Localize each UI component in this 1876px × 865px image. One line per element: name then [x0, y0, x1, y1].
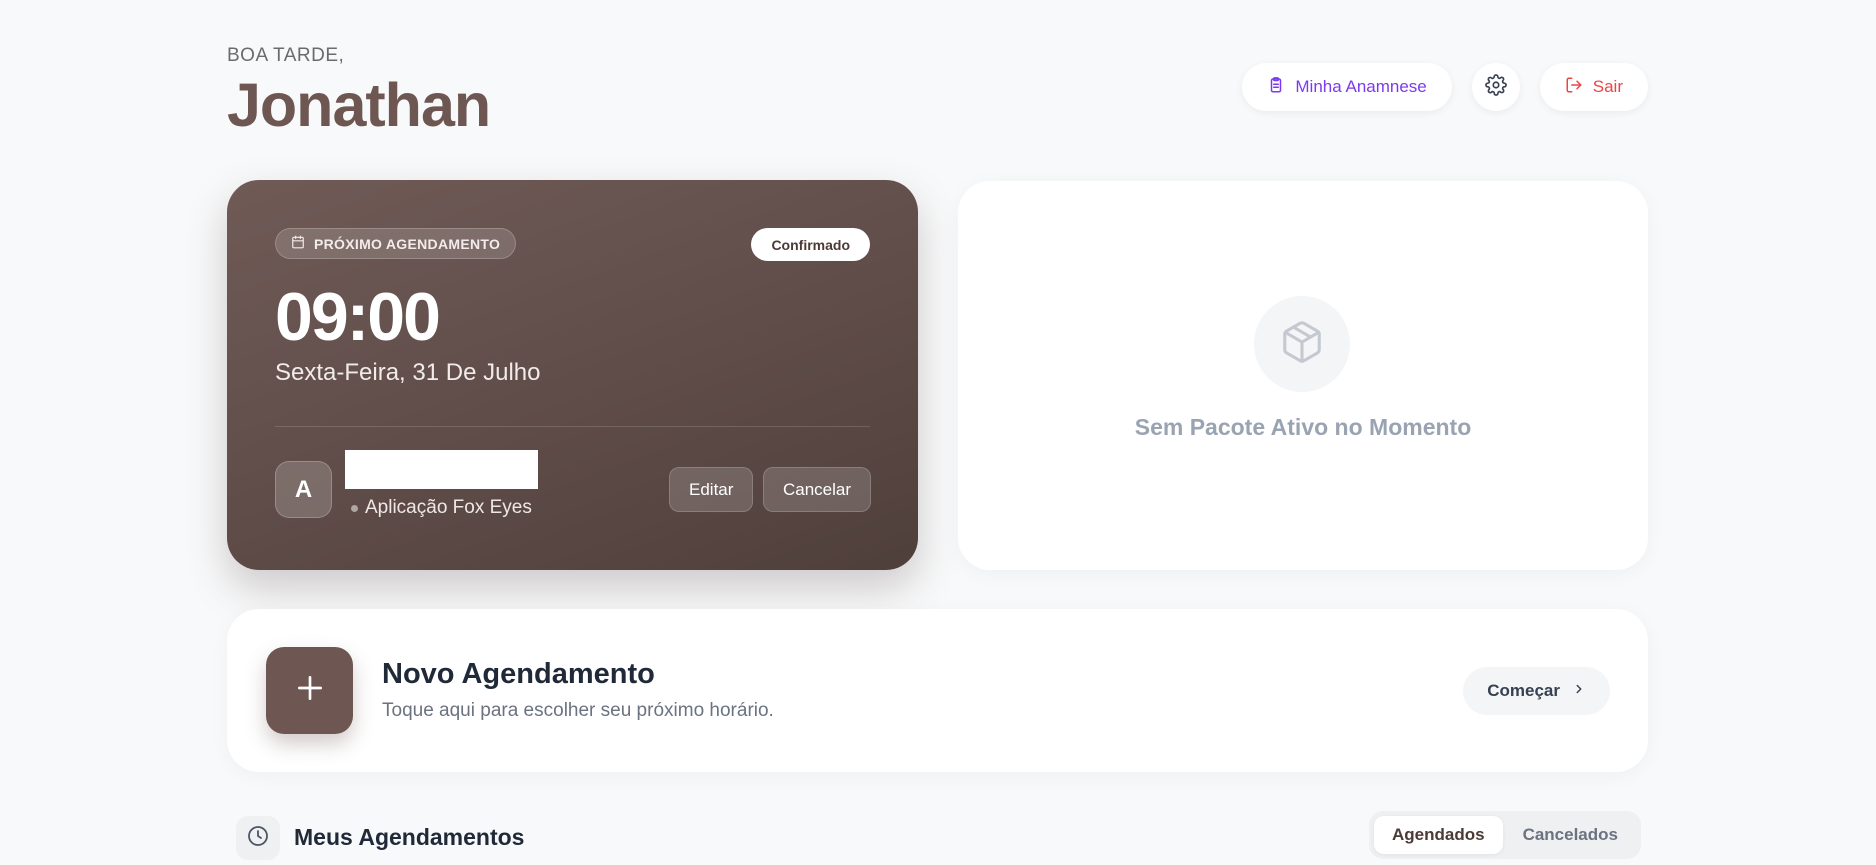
tab-cancelled[interactable]: Cancelados	[1505, 816, 1636, 854]
header-actions: Minha Anamnese Sair	[1242, 63, 1648, 111]
clock-icon-wrapper	[236, 816, 280, 860]
package-card: Sem Pacote Ativo no Momento	[958, 181, 1648, 570]
new-appointment-title: Novo Agendamento	[382, 658, 655, 690]
service-label: Aplicação Fox Eyes	[365, 497, 532, 518]
professional-name: Amanda Antunes	[345, 450, 538, 489]
user-name: Jonathan	[227, 71, 491, 139]
package-icon	[1279, 319, 1325, 370]
anamnese-button[interactable]: Minha Anamnese	[1242, 63, 1452, 111]
no-package-text: Sem Pacote Ativo no Momento	[1134, 414, 1472, 440]
status-badge: Confirmado	[751, 228, 870, 261]
tab-scheduled[interactable]: Agendados	[1374, 816, 1503, 854]
plus-icon	[294, 672, 326, 709]
greeting-label: BOA TARDE,	[227, 45, 345, 66]
settings-button[interactable]	[1471, 63, 1520, 111]
edit-button[interactable]: Editar	[669, 467, 754, 512]
next-appointment-badge: PRÓXIMO AGENDAMENTO	[275, 228, 517, 259]
clock-icon	[246, 824, 270, 853]
chevron-right-icon	[1572, 681, 1586, 701]
next-appointment-card: PRÓXIMO AGENDAMENTO Confirmado 09:00 Sex…	[227, 180, 918, 570]
new-appointment-subtitle: Toque aqui para escolher seu próximo hor…	[382, 700, 774, 721]
logout-button[interactable]: Sair	[1539, 63, 1648, 111]
clipboard-icon	[1267, 76, 1285, 99]
avatar: A	[275, 461, 332, 518]
cancel-button[interactable]: Cancelar	[763, 467, 872, 512]
divider	[275, 426, 870, 427]
add-appointment-button[interactable]	[266, 647, 353, 734]
appointment-date: Sexta-Feira, 31 De Julho	[275, 359, 541, 386]
start-button[interactable]: Começar	[1463, 667, 1610, 715]
anamnese-label: Minha Anamnese	[1295, 77, 1427, 96]
start-label: Começar	[1487, 681, 1560, 700]
calendar-icon	[291, 235, 305, 252]
new-appointment-card[interactable]: Novo Agendamento Toque aqui para escolhe…	[227, 609, 1648, 772]
appointment-tabs: Agendados Cancelados	[1369, 811, 1641, 859]
gear-icon	[1484, 73, 1507, 101]
my-appointments-title: Meus Agendamentos	[294, 824, 525, 850]
appointment-time: 09:00	[275, 279, 441, 355]
service-name: Aplicação Fox Eyes	[351, 497, 532, 519]
package-icon-wrapper	[1254, 296, 1350, 392]
logout-label: Sair	[1592, 77, 1623, 96]
next-appointment-label: PRÓXIMO AGENDAMENTO	[314, 235, 501, 252]
page: BOA TARDE, Jonathan Minha Anamnese Sair …	[0, 0, 1876, 865]
bullet-dot	[351, 504, 358, 512]
logout-icon	[1565, 76, 1583, 99]
